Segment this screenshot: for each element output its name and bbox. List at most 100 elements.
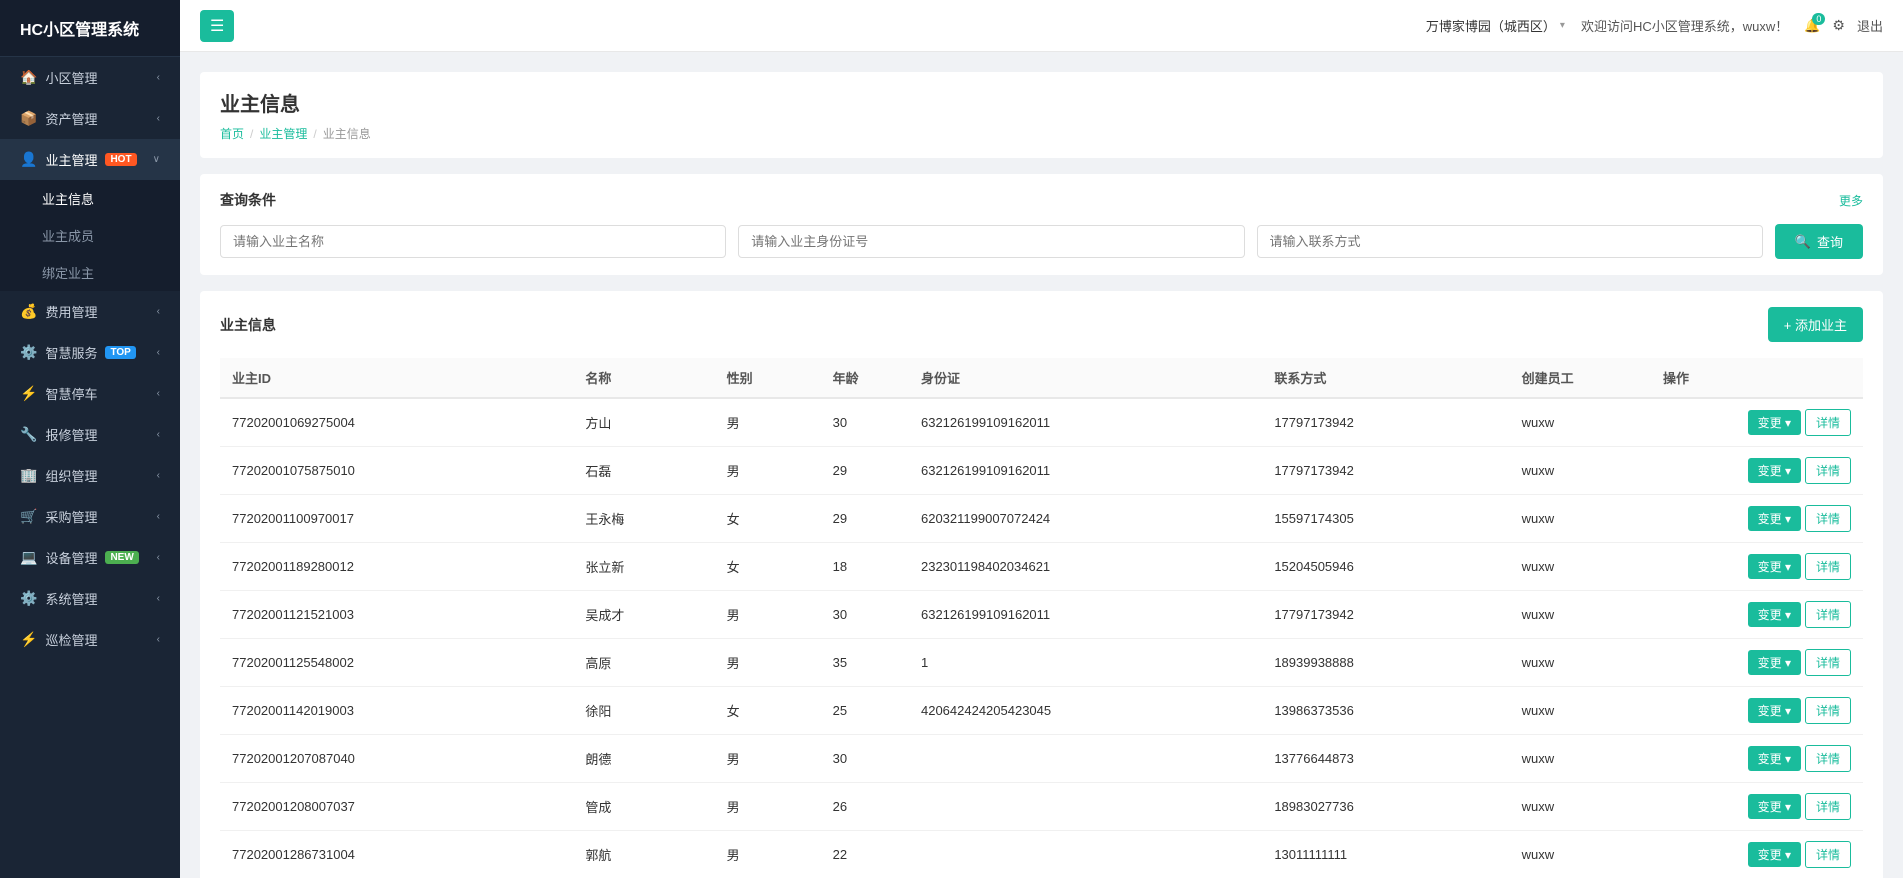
cell-creator: wuxw	[1510, 495, 1651, 543]
table-row: 77202001208007037 管成 男 26 18983027736 wu…	[220, 783, 1863, 831]
cell-age: 29	[821, 495, 909, 543]
change-button[interactable]: 变更 ▾	[1748, 794, 1801, 819]
cell-action: 变更 ▾ 详情	[1651, 783, 1863, 831]
detail-button[interactable]: 详情	[1805, 841, 1851, 868]
notification-badge: 0	[1812, 13, 1825, 25]
breadcrumb-sep-1: /	[250, 127, 253, 141]
col-header-phone: 联系方式	[1262, 358, 1509, 398]
cell-age: 30	[821, 735, 909, 783]
col-header-age: 年龄	[821, 358, 909, 398]
sidebar-sub-item-owner-member[interactable]: 业主成员	[0, 217, 180, 254]
owner-icon: 👤	[20, 151, 37, 168]
cell-gender: 女	[715, 687, 821, 735]
cell-idcard: 620321199007072424	[909, 495, 1262, 543]
sidebar-item-community[interactable]: 🏠 小区管理 ‹	[0, 57, 180, 98]
notification-button[interactable]: 🔔 0	[1804, 18, 1820, 34]
community-dropdown[interactable]: 万博家博园（城西区） ▾	[1426, 16, 1565, 35]
detail-button[interactable]: 详情	[1805, 649, 1851, 676]
dropdown-chevron-icon: ▾	[1560, 20, 1565, 31]
sidebar-item-asset[interactable]: 📦 资产管理 ‹	[0, 98, 180, 139]
purchase-icon: 🛒	[20, 508, 37, 525]
cell-phone: 13011111111	[1262, 831, 1509, 878]
sidebar-item-repair[interactable]: 🔧 报修管理 ‹	[0, 414, 180, 455]
sidebar-item-device[interactable]: 💻 设备管理 NEW ‹	[0, 537, 180, 578]
cell-name: 朗德	[573, 735, 714, 783]
sidebar-item-org[interactable]: 🏢 组织管理 ‹	[0, 455, 180, 496]
change-button[interactable]: 变更 ▾	[1748, 410, 1801, 435]
detail-button[interactable]: 详情	[1805, 553, 1851, 580]
sidebar-label-smart: 智慧服务	[45, 343, 97, 362]
change-button[interactable]: 变更 ▾	[1748, 506, 1801, 531]
sidebar: HC小区管理系统 🏠 小区管理 ‹ 📦 资产管理 ‹ 👤 业主管理 HOT ∨ …	[0, 0, 180, 878]
sidebar-item-fee[interactable]: 💰 费用管理 ‹	[0, 291, 180, 332]
cell-action: 变更 ▾ 详情	[1651, 687, 1863, 735]
cell-phone: 15204505946	[1262, 543, 1509, 591]
menu-toggle-button[interactable]: ☰	[200, 10, 234, 42]
sidebar-item-purchase[interactable]: 🛒 采购管理 ‹	[0, 496, 180, 537]
search-panel-header: 查询条件 更多	[220, 190, 1863, 210]
cell-creator: wuxw	[1510, 398, 1651, 447]
cell-idcard	[909, 735, 1262, 783]
change-button[interactable]: 变更 ▾	[1748, 650, 1801, 675]
sidebar-label-patrol: 巡检管理	[45, 630, 97, 649]
cell-age: 29	[821, 447, 909, 495]
change-button[interactable]: 变更 ▾	[1748, 746, 1801, 771]
detail-button[interactable]: 详情	[1805, 505, 1851, 532]
page-header: 业主信息 首页 / 业主管理 / 业主信息	[200, 72, 1883, 158]
detail-button[interactable]: 详情	[1805, 601, 1851, 628]
more-link[interactable]: 更多	[1839, 192, 1863, 209]
cell-phone: 17797173942	[1262, 591, 1509, 639]
topbar: ☰ 万博家博园（城西区） ▾ 欢迎访问HC小区管理系统，wuxw！ 🔔 0 ⚙ …	[180, 0, 1903, 52]
breadcrumb-current: 业主信息	[323, 125, 371, 142]
sidebar-sub-item-bind-owner[interactable]: 绑定业主	[0, 254, 180, 291]
col-header-gender: 性别	[715, 358, 821, 398]
change-button[interactable]: 变更 ▾	[1748, 842, 1801, 867]
cell-name: 郭航	[573, 831, 714, 878]
cell-action: 变更 ▾ 详情	[1651, 398, 1863, 447]
search-button[interactable]: 🔍 查询	[1775, 224, 1863, 259]
sidebar-label-repair: 报修管理	[45, 425, 97, 444]
sidebar-item-system[interactable]: ⚙️ 系统管理 ‹	[0, 578, 180, 619]
detail-button[interactable]: 详情	[1805, 793, 1851, 820]
detail-button[interactable]: 详情	[1805, 745, 1851, 772]
logout-button[interactable]: 退出	[1857, 16, 1883, 35]
sidebar-label-purchase: 采购管理	[45, 507, 97, 526]
new-badge: NEW	[105, 551, 138, 564]
col-header-idcard: 身份证	[909, 358, 1262, 398]
sidebar-item-parking[interactable]: ⚡ 智慧停车 ‹	[0, 373, 180, 414]
name-search-input[interactable]	[220, 225, 726, 258]
topbar-left: ☰	[200, 10, 234, 42]
settings-icon[interactable]: ⚙	[1832, 17, 1845, 34]
sidebar-sub-item-owner-info[interactable]: 业主信息	[0, 180, 180, 217]
change-button[interactable]: 变更 ▾	[1748, 458, 1801, 483]
change-button[interactable]: 变更 ▾	[1748, 698, 1801, 723]
idcard-search-input[interactable]	[738, 225, 1244, 258]
cell-age: 30	[821, 591, 909, 639]
org-icon: 🏢	[20, 467, 37, 484]
cell-idcard	[909, 831, 1262, 878]
change-button[interactable]: 变更 ▾	[1748, 554, 1801, 579]
topbar-right: 万博家博园（城西区） ▾ 欢迎访问HC小区管理系统，wuxw！ 🔔 0 ⚙ 退出	[1426, 16, 1883, 35]
cell-idcard: 232301198402034621	[909, 543, 1262, 591]
table-row: 77202001121521003 吴成才 男 30 6321261991091…	[220, 591, 1863, 639]
welcome-text: 欢迎访问HC小区管理系统，wuxw！	[1581, 16, 1788, 35]
contact-search-input[interactable]	[1257, 225, 1763, 258]
breadcrumb-owner-mgmt[interactable]: 业主管理	[259, 125, 307, 142]
cell-gender: 女	[715, 495, 821, 543]
cell-creator: wuxw	[1510, 831, 1651, 878]
breadcrumb-home[interactable]: 首页	[220, 125, 244, 142]
sidebar-item-smart[interactable]: ⚙️ 智慧服务 TOP ‹	[0, 332, 180, 373]
smart-icon: ⚙️	[20, 344, 37, 361]
device-icon: 💻	[20, 549, 37, 566]
sidebar-item-owner[interactable]: 👤 业主管理 HOT ∨	[0, 139, 180, 180]
sidebar-item-patrol[interactable]: ⚡ 巡检管理 ‹	[0, 619, 180, 660]
detail-button[interactable]: 详情	[1805, 457, 1851, 484]
cell-age: 25	[821, 687, 909, 735]
detail-button[interactable]: 详情	[1805, 409, 1851, 436]
add-owner-button[interactable]: + 添加业主	[1768, 307, 1863, 342]
owner-submenu: 业主信息 业主成员 绑定业主	[0, 180, 180, 291]
chevron-icon: ‹	[157, 634, 160, 645]
cell-name: 徐阳	[573, 687, 714, 735]
detail-button[interactable]: 详情	[1805, 697, 1851, 724]
change-button[interactable]: 变更 ▾	[1748, 602, 1801, 627]
